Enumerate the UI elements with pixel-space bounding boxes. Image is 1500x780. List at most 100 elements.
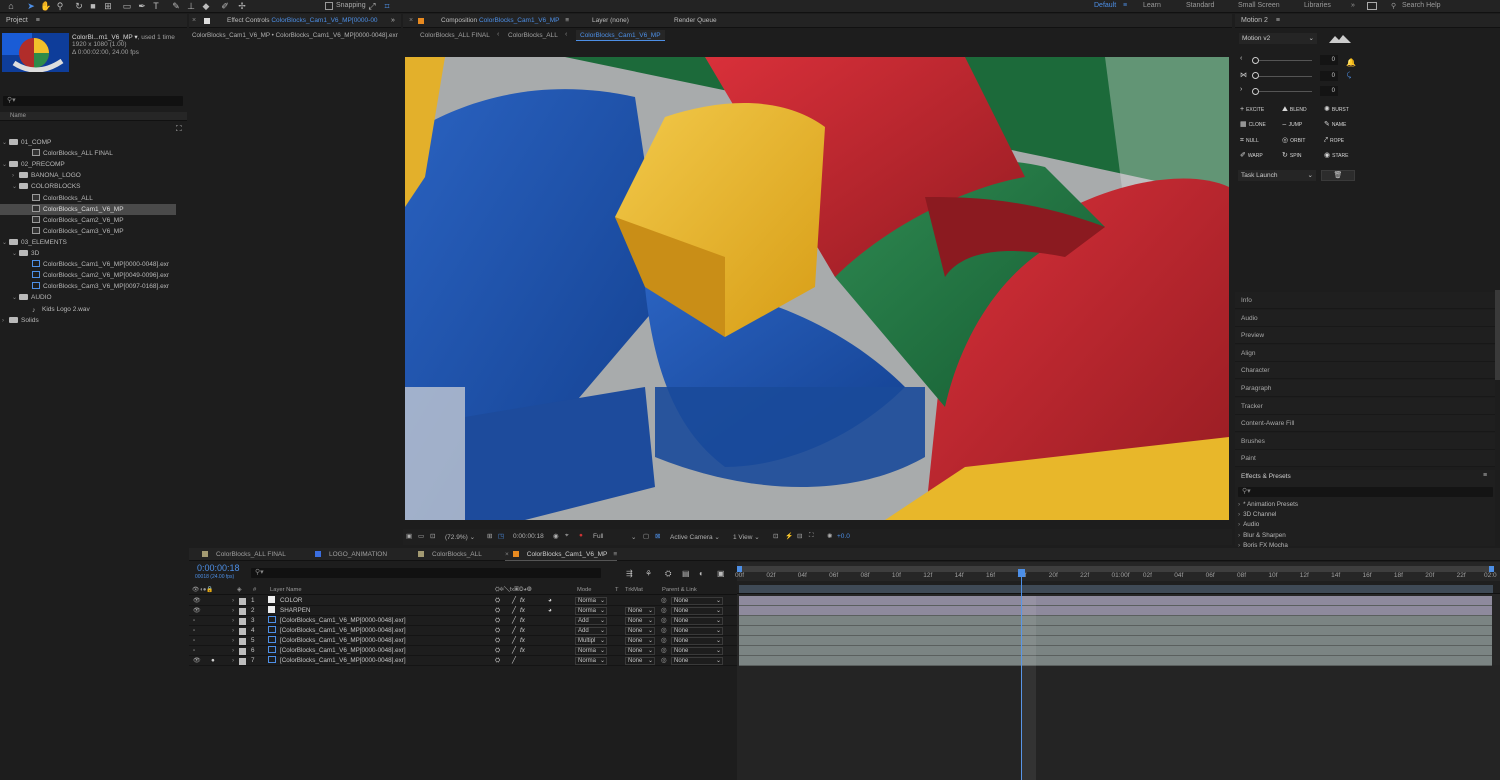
chevron-right-icon[interactable]: › <box>232 656 234 666</box>
layer-duration-bar[interactable] <box>739 636 1492 646</box>
effects-category[interactable]: › Audio <box>1238 520 1259 530</box>
motion-jump-button[interactable]: ⌢ JUMP <box>1282 119 1324 130</box>
panel-menu-icon[interactable]: ≡ <box>1276 17 1280 24</box>
layer-duration-bar[interactable] <box>739 616 1492 626</box>
av-features-icons[interactable]: 👁◖●🔒 <box>192 586 214 595</box>
parent-dropdown[interactable]: None ⌄ <box>671 597 723 605</box>
project-item[interactable]: ⌄ AUDIO <box>0 292 176 303</box>
chevron-right-icon[interactable]: › <box>232 636 234 646</box>
panel-menu-icon[interactable]: ≡ <box>36 17 40 24</box>
layer-duration-bar[interactable] <box>739 626 1492 636</box>
trkmat-column[interactable]: TrkMat <box>625 586 643 595</box>
mountains-icon[interactable] <box>1329 34 1351 43</box>
timeline-icon[interactable]: ⊟ <box>797 532 802 540</box>
project-item[interactable]: › Solids <box>0 315 176 326</box>
side-panel-paint[interactable]: Paint <box>1235 450 1495 468</box>
brush-tool-icon[interactable]: ✎ <box>171 1 181 11</box>
project-item[interactable]: › BANONA_LOGO <box>0 170 176 181</box>
quality-switch-icon[interactable]: ╱ <box>512 656 516 666</box>
shy-switch-icon[interactable]: ⛭ <box>495 656 500 666</box>
workspace-overflow-icon[interactable]: » <box>1351 2 1355 9</box>
label-column-icon[interactable]: ◈ <box>237 586 241 595</box>
current-time[interactable]: 0:00:00:18 <box>513 533 544 540</box>
snapping-checkbox[interactable] <box>325 2 333 10</box>
eye-icon[interactable]: 👁 <box>193 596 201 606</box>
motion-slider-handle[interactable] <box>1252 72 1259 79</box>
timeline-layer-row[interactable]: ▫ › 4 [ColorBlocks_Cam1_V6_MP[0000-0048].ex… <box>189 626 737 636</box>
pick-whip-icon[interactable]: ◎ <box>661 636 667 646</box>
close-icon[interactable]: × <box>192 14 196 28</box>
layer-name[interactable]: COLOR <box>280 596 302 606</box>
project-item[interactable]: ⌄ 03_ELEMENTS <box>0 237 176 248</box>
effects-presets-title[interactable]: Effects & Presets <box>1241 473 1291 480</box>
quality-switch-icon[interactable]: ╱ <box>512 646 516 656</box>
solo-icon[interactable]: ● <box>211 656 215 666</box>
t-column[interactable]: T <box>615 586 619 595</box>
pick-whip-icon[interactable]: ◎ <box>661 616 667 626</box>
project-item[interactable]: ⌄ 01_COMP <box>0 137 176 148</box>
chevron-right-icon[interactable]: › <box>232 646 234 656</box>
mode-column[interactable]: Mode <box>577 586 592 595</box>
layer-duration-bar[interactable] <box>739 656 1492 666</box>
layer-tab[interactable]: Layer (none) <box>592 14 629 28</box>
mask-visibility-icon[interactable]: ◳ <box>498 532 504 540</box>
puppet-tool-icon[interactable]: ✢ <box>237 1 247 11</box>
side-panel-content-aware-fill[interactable]: Content-Aware Fill <box>1235 415 1495 433</box>
layer-duration-bar[interactable] <box>739 646 1492 656</box>
timeline-layer-row[interactable]: ▫ › 6 [ColorBlocks_Cam1_V6_MP[0000-0048].ex… <box>189 646 737 656</box>
track-matte-dropdown[interactable]: None ⌄ <box>625 657 655 665</box>
flow-comp-1[interactable]: ColorBlocks_ALL FINAL <box>420 32 490 39</box>
side-panel-audio[interactable]: Audio <box>1235 309 1495 327</box>
workspace-default[interactable]: Default <box>1094 2 1116 9</box>
layer-label-color[interactable] <box>239 598 246 605</box>
pan-behind-tool-icon[interactable]: ⊞ <box>103 1 113 11</box>
magnification-dropdown[interactable]: (72.9%) ⌄ <box>445 533 475 541</box>
always-preview-icon[interactable]: ▣ <box>406 532 412 540</box>
motion-null-button[interactable]: ⌗ NULL <box>1240 135 1282 146</box>
effects-category[interactable]: › * Animation Presets <box>1238 500 1298 510</box>
effects-switch-icon[interactable]: fx <box>520 596 525 606</box>
project-item[interactable]: ⌄ COLORBLOCKS <box>0 181 176 192</box>
timeline-layer-row[interactable]: ▫ › 5 [ColorBlocks_Cam1_V6_MP[0000-0048].ex… <box>189 636 737 646</box>
blend-mode-dropdown[interactable]: Add ⌄ <box>575 627 607 635</box>
layer-name[interactable]: SHARPEN <box>280 606 310 616</box>
side-panel-preview[interactable]: Preview <box>1235 327 1495 345</box>
parent-dropdown[interactable]: None ⌄ <box>671 657 723 665</box>
parent-dropdown[interactable]: None ⌄ <box>671 627 723 635</box>
workspace-small-screen[interactable]: Small Screen <box>1238 2 1280 9</box>
motion-spin-button[interactable]: ↻ SPIN <box>1282 150 1324 161</box>
link-icon[interactable]: ⤹ <box>1347 72 1351 80</box>
channel-icon[interactable]: ● <box>579 532 583 539</box>
motion-clone-button[interactable]: ▦ CLONE <box>1240 119 1282 130</box>
motion-blur-icon[interactable]: ◐ <box>699 569 704 578</box>
pick-whip-icon[interactable]: ◎ <box>661 626 667 636</box>
column-name-label[interactable]: Name <box>10 113 26 119</box>
flow-comp-2[interactable]: ColorBlocks_ALL <box>508 32 558 39</box>
shy-switch-icon[interactable]: ⛭ <box>495 596 500 606</box>
shy-layers-icon[interactable]: ⛭ <box>665 569 671 579</box>
render-queue-tab[interactable]: Render Queue <box>674 14 717 28</box>
effects-switch-icon[interactable]: fx <box>520 646 525 656</box>
timeline-current-time[interactable]: 0:00:00:18 <box>197 563 240 573</box>
effects-search-input[interactable]: ⚲▾ <box>1238 487 1493 497</box>
project-item[interactable]: ColorBlocks_Cam3_V6_MP[0097-0168].exr <box>0 281 176 292</box>
project-item[interactable]: ColorBlocks_Cam3_V6_MP <box>0 226 176 237</box>
shy-switch-icon[interactable]: ⛭ <box>495 646 500 656</box>
effect-controls-tab-label[interactable]: Effect Controls <box>227 17 270 24</box>
motion-slider-handle[interactable] <box>1252 87 1259 95</box>
snap-options-icon[interactable]: ⤢ <box>367 1 377 11</box>
motion-name-button[interactable]: ✎ NAME <box>1324 119 1366 130</box>
motion-slider-value[interactable]: 0 <box>1320 55 1338 65</box>
motion-slider-value[interactable]: 0 <box>1320 70 1338 81</box>
selection-tool-icon[interactable]: ➤ <box>26 1 36 11</box>
side-panel-align[interactable]: Align <box>1235 344 1495 362</box>
motion-slider-track[interactable] <box>1254 75 1312 77</box>
panel-menu-icon[interactable]: ≡ <box>613 551 617 558</box>
video-toggle[interactable]: ▫ <box>193 646 195 656</box>
project-item[interactable]: ColorBlocks_Cam1_V6_MP <box>0 203 176 215</box>
blend-mode-dropdown[interactable]: Norma ⌄ <box>575 657 607 665</box>
layer-label-color[interactable] <box>239 628 246 635</box>
composition-tab-target[interactable]: ColorBlocks_Cam1_V6_MP <box>479 17 559 24</box>
pick-whip-icon[interactable]: ◎ <box>661 596 667 606</box>
motion-stare-button[interactable]: ◉ STARE <box>1324 150 1366 161</box>
